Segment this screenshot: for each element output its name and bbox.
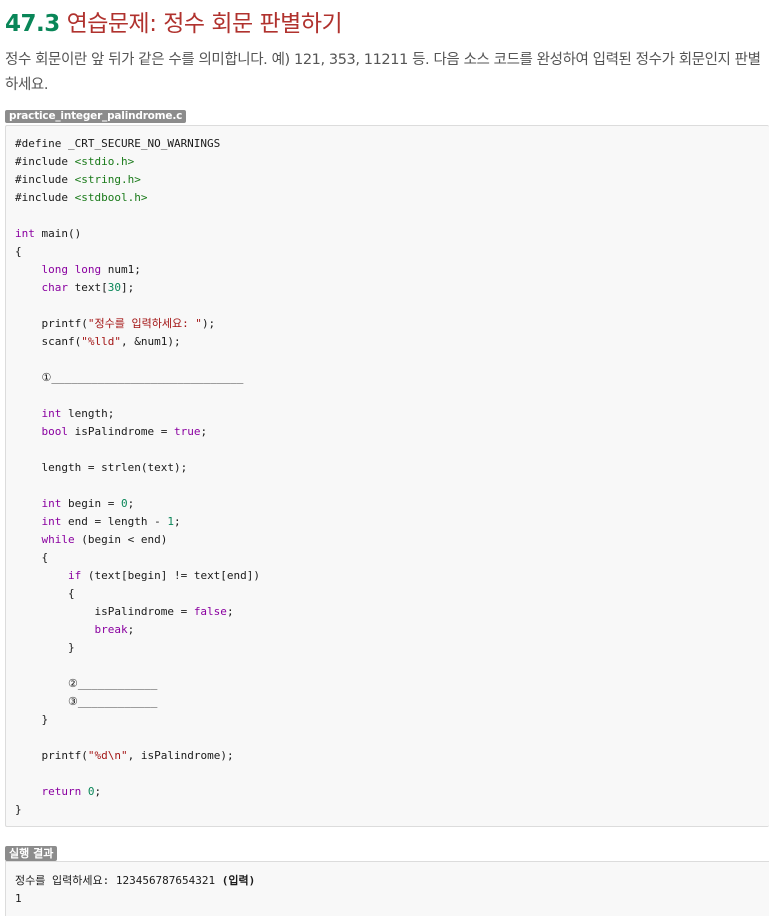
code-line: ②____________ bbox=[15, 677, 158, 690]
code-line: ③____________ bbox=[15, 695, 158, 708]
code-line: bool isPalindrome = true; bbox=[41, 425, 208, 438]
code-line: { bbox=[15, 587, 75, 600]
code-line: int end = length - 1; bbox=[41, 515, 181, 528]
code-line: while (begin < end) bbox=[41, 533, 168, 546]
code-line: } bbox=[15, 713, 49, 726]
output-block: 정수를 입력하세요: 123456787654321 (입력) 1 bbox=[5, 861, 769, 916]
code-line: { bbox=[15, 551, 49, 564]
code-line: if (text[begin] != text[end]) bbox=[67, 569, 261, 582]
page-title: 47.3 연습문제: 정수 회문 판별하기 bbox=[5, 4, 343, 38]
code-line: return 0; bbox=[41, 785, 102, 798]
code-line: int length; bbox=[41, 407, 115, 420]
code-line: #include <stdio.h> bbox=[15, 155, 135, 168]
section-title: 연습문제: 정수 회문 판별하기 bbox=[66, 11, 343, 37]
code-line: #define _CRT_SECURE_NO_WARNINGS bbox=[15, 137, 221, 150]
section-number: 47.3 bbox=[5, 11, 60, 37]
output-label: 실행 결과 bbox=[5, 846, 58, 861]
code-line: int begin = 0; bbox=[41, 497, 135, 510]
output-text: 정수를 입력하세요: 123456787654321 (입력) 1 bbox=[15, 872, 255, 908]
code-line: break; bbox=[94, 623, 135, 636]
code-line: #include <string.h> bbox=[15, 173, 141, 186]
code-line: printf("정수를 입력하세요: "); bbox=[15, 317, 216, 330]
source-code: #define _CRT_SECURE_NO_WARNINGS #include … bbox=[15, 135, 260, 819]
code-line: ①_____________________________ bbox=[15, 371, 244, 384]
code-line: { bbox=[15, 245, 22, 258]
code-line: printf("%d\n", isPalindrome); bbox=[15, 749, 234, 762]
code-line: #include <stdbool.h> bbox=[15, 191, 148, 204]
source-code-block: #define _CRT_SECURE_NO_WARNINGS #include … bbox=[5, 125, 769, 827]
output-line: 정수를 입력하세요: 123456787654321 (입력) bbox=[15, 874, 256, 887]
output-line: 1 bbox=[15, 892, 22, 905]
code-line: } bbox=[15, 803, 22, 816]
code-line: } bbox=[15, 641, 75, 654]
code-line: isPalindrome = false; bbox=[15, 605, 234, 618]
code-line: long long num1; bbox=[41, 263, 141, 276]
code-line: int main() bbox=[15, 227, 82, 240]
code-line: scanf("%lld", &num1); bbox=[15, 335, 181, 348]
code-line: char text[30]; bbox=[41, 281, 135, 294]
source-filename-label: practice_integer_palindrome.c bbox=[5, 110, 187, 123]
problem-description: 정수 회문이란 앞 뒤가 같은 수를 의미합니다. 예) 121, 353, 1… bbox=[5, 52, 761, 93]
code-line: length = strlen(text); bbox=[15, 461, 188, 474]
